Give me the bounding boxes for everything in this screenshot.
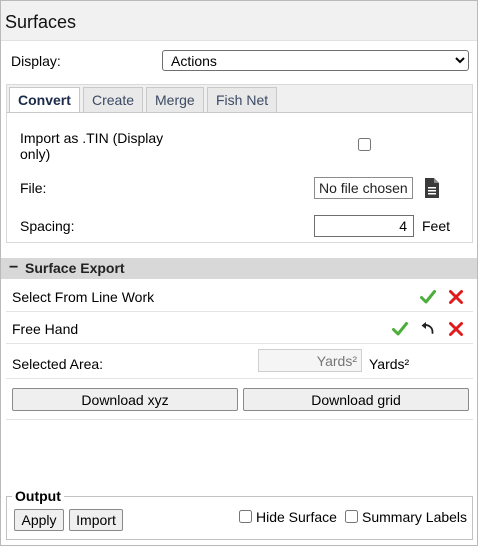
select-from-line-work-label: Select From Line Work: [12, 289, 155, 305]
spacing-input[interactable]: [314, 215, 414, 237]
output-legend: Output: [15, 488, 61, 504]
document-icon[interactable]: [424, 178, 440, 198]
row-divider: [6, 378, 473, 379]
tab-merge[interactable]: Merge: [146, 87, 204, 112]
spacing-unit: Feet: [422, 218, 451, 234]
undo-icon[interactable]: [420, 321, 436, 337]
import-tin-label: Import as .TIN (Display only): [20, 130, 164, 162]
close-icon[interactable]: [448, 289, 464, 305]
free-hand-label: Free Hand: [12, 321, 79, 337]
check-icon[interactable]: [392, 321, 408, 337]
display-label: Display:: [11, 53, 61, 69]
selected-area-label: Selected Area:: [12, 356, 104, 372]
hide-surface-checkbox[interactable]: [239, 510, 252, 523]
surface-export-header[interactable]: − Surface Export: [1, 258, 477, 279]
spacing-label: Spacing:: [20, 218, 75, 234]
panel-title: Surfaces: [5, 12, 77, 32]
tab-fish-net[interactable]: Fish Net: [207, 87, 278, 112]
selected-area-unit: Yards²: [369, 356, 410, 372]
close-icon[interactable]: [448, 321, 464, 337]
tab-create[interactable]: Create: [83, 87, 144, 112]
summary-labels-checkbox[interactable]: [345, 510, 358, 523]
row-divider: [6, 311, 473, 312]
hide-surface-label: Hide Surface: [256, 509, 337, 525]
selected-area-input: [258, 349, 362, 372]
import-button[interactable]: Import: [69, 509, 123, 531]
apply-button[interactable]: Apply: [14, 509, 64, 531]
surfaces-panel: Surfaces Display: Actions Convert Create…: [0, 0, 478, 546]
collapse-icon[interactable]: −: [9, 259, 18, 277]
row-divider: [6, 343, 473, 344]
panel-titlebar: Surfaces: [1, 1, 477, 41]
summary-labels-label: Summary Labels: [362, 509, 468, 525]
file-chooser-button[interactable]: No file chosen: [314, 177, 413, 199]
tab-convert[interactable]: Convert: [9, 87, 80, 113]
file-label: File:: [20, 180, 47, 196]
display-select[interactable]: Actions: [162, 50, 469, 71]
download-xyz-button[interactable]: Download xyz: [12, 388, 238, 411]
check-icon[interactable]: [420, 289, 436, 305]
surface-export-title: Surface Export: [25, 260, 125, 276]
download-grid-button[interactable]: Download grid: [243, 388, 469, 411]
import-tin-checkbox[interactable]: [358, 138, 371, 151]
row-divider: [6, 419, 473, 420]
